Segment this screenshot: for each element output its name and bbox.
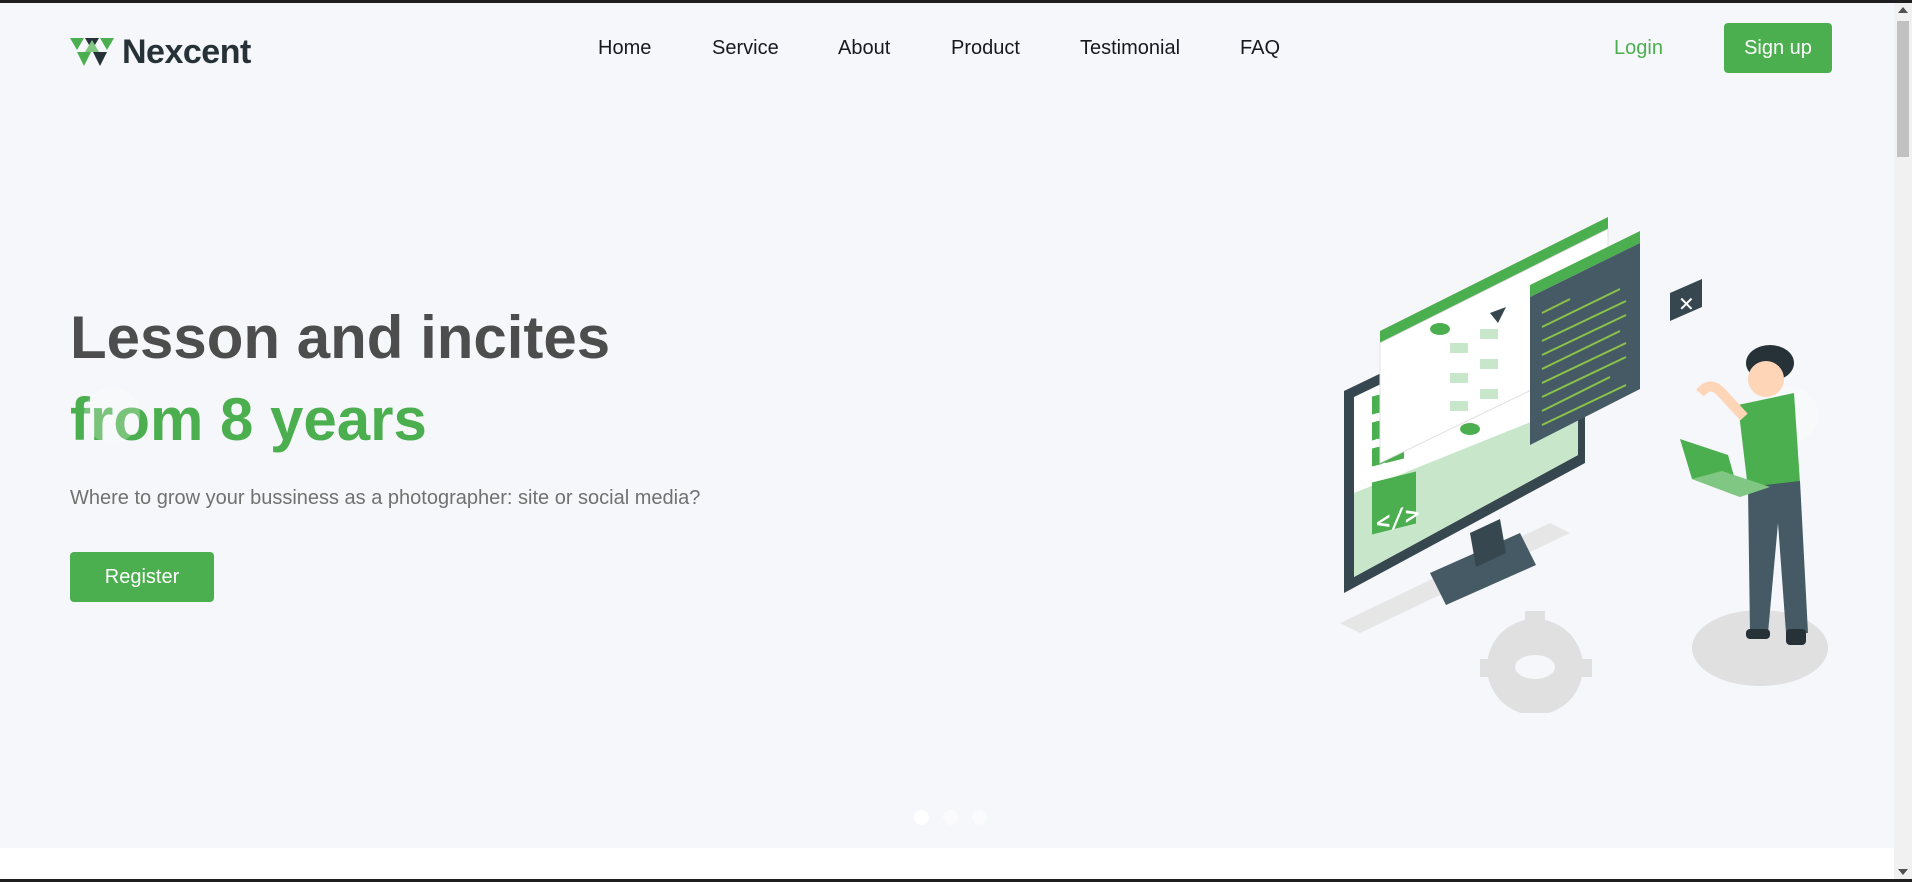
close-icon: ✕ (1670, 279, 1702, 321)
developer-figure (1680, 345, 1808, 645)
scrollbar-thumb[interactable] (1897, 21, 1909, 157)
main-nav: Home Service About Product Testimonial F… (0, 37, 1894, 67)
scroll-down-arrow-icon[interactable] (1898, 869, 1908, 875)
hero-illustration: CSS HTML C++ </> (1340, 217, 1828, 713)
scroll-up-arrow-icon[interactable] (1898, 7, 1908, 13)
nav-home[interactable]: Home (598, 37, 651, 60)
nav-faq[interactable]: FAQ (1240, 37, 1280, 60)
vertical-scrollbar[interactable] (1894, 3, 1912, 882)
hero-title-line1: Lesson and incites (70, 304, 611, 371)
nav-testimonial[interactable]: Testimonial (1080, 37, 1180, 60)
carousel-dot-1[interactable] (914, 810, 929, 825)
hero-subtitle: Where to grow your bussiness as a photog… (70, 487, 701, 509)
carousel-dot-3[interactable] (972, 810, 987, 825)
carousel-dots (914, 810, 987, 825)
carousel-dot-2[interactable] (943, 810, 958, 825)
nav-about[interactable]: About (838, 37, 890, 60)
hero-section: Nexcent Home Service About Product Testi… (0, 3, 1894, 848)
carousel-prev-button[interactable] (84, 387, 140, 443)
svg-text:✕: ✕ (1678, 292, 1695, 316)
login-link[interactable]: Login (1614, 37, 1663, 60)
nav-service[interactable]: Service (712, 37, 779, 60)
register-button[interactable]: Register (70, 552, 214, 602)
signup-button[interactable]: Sign up (1724, 23, 1832, 73)
gear-icon (1480, 611, 1592, 713)
nav-product[interactable]: Product (951, 37, 1020, 60)
